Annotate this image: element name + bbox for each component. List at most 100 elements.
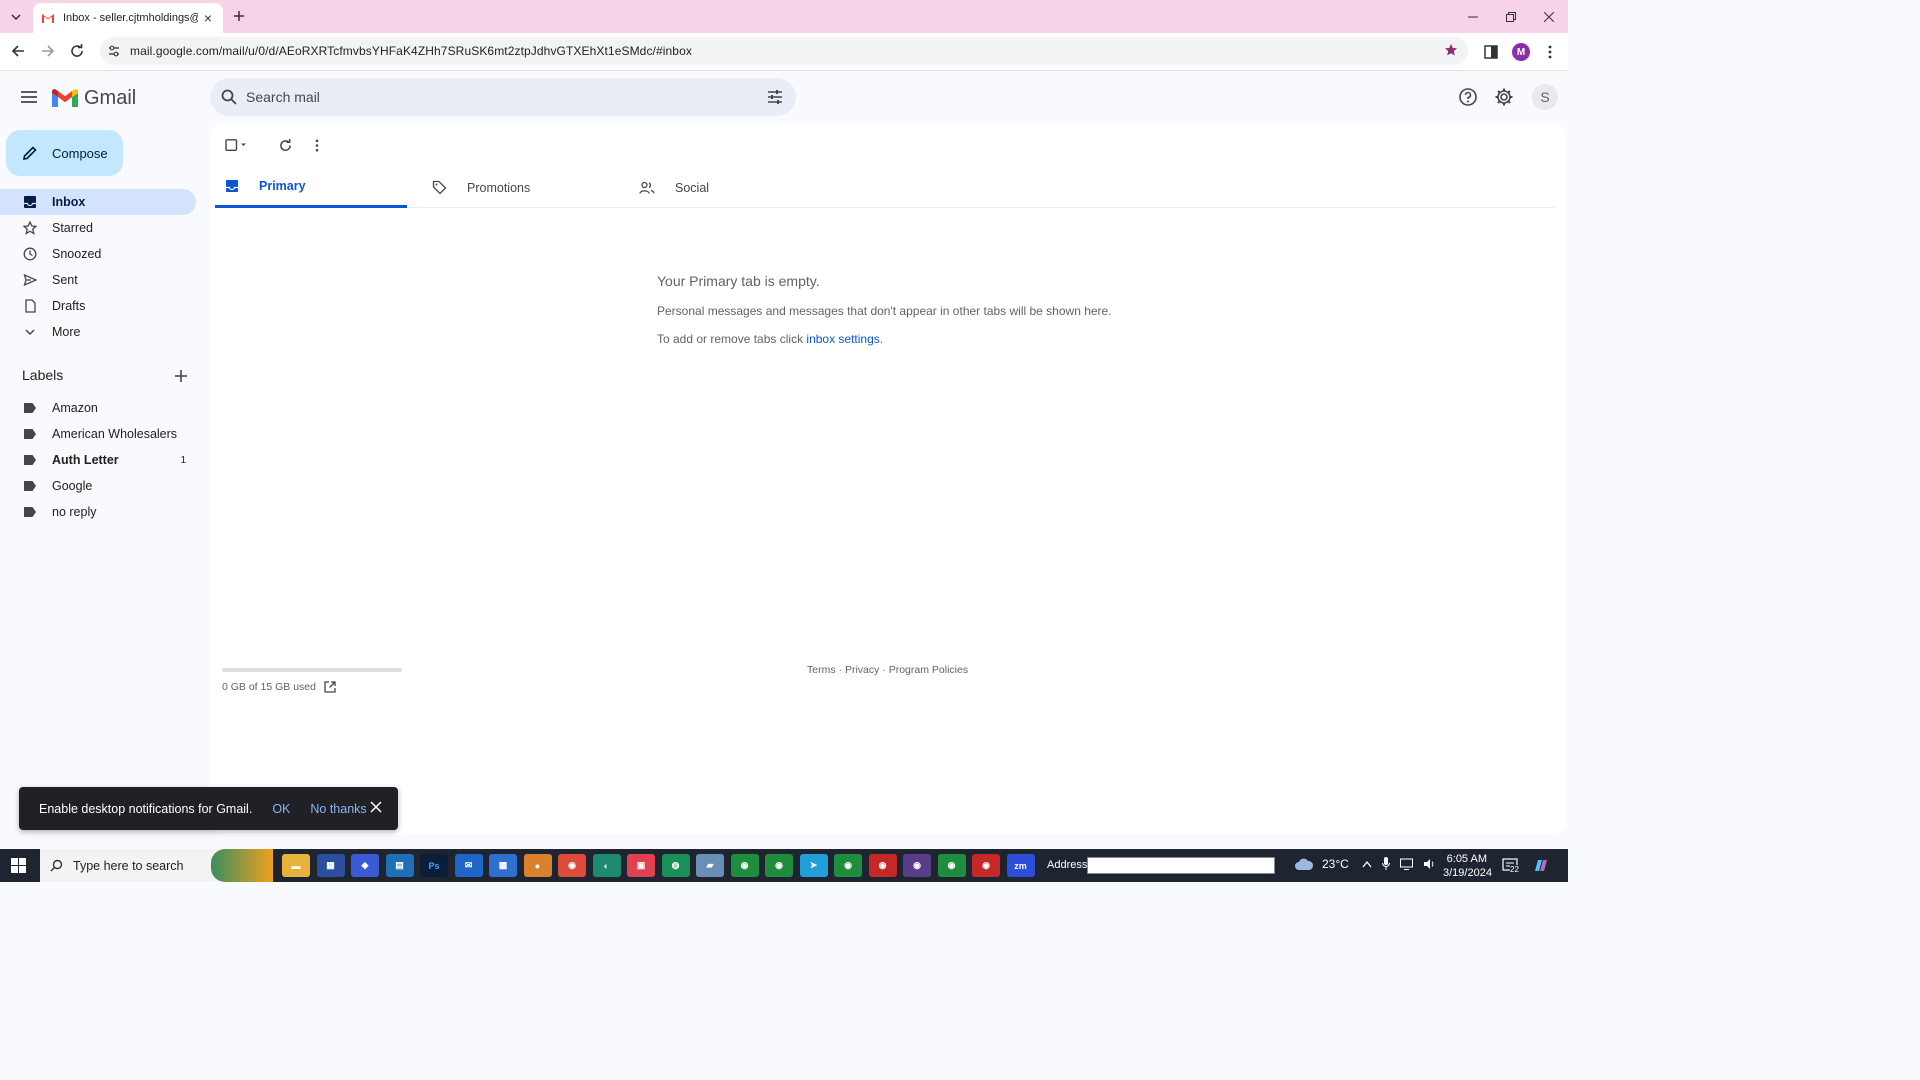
chrome-profile-icon[interactable]: ◉: [868, 854, 897, 877]
label-item-amazon[interactable]: Amazon: [0, 395, 196, 421]
edge-icon[interactable]: ◐: [592, 854, 621, 877]
close-icon[interactable]: [370, 801, 382, 813]
settings-button[interactable]: [1493, 86, 1515, 108]
forward-button[interactable]: [38, 41, 58, 61]
weather-widget[interactable]: 23°C: [1294, 857, 1349, 871]
copilot-icon[interactable]: [1532, 857, 1550, 875]
select-checkbox[interactable]: [222, 135, 250, 155]
sidebar-item-label: Inbox: [52, 195, 86, 209]
browser-toolbar: mail.google.com/mail/u/0/d/AEoRXRTcfmvbs…: [0, 33, 1568, 71]
temperature: 23°C: [1322, 857, 1349, 871]
tab-title: Inbox - seller.cjtmholdings@gm: [63, 12, 198, 24]
chrome-profile-icon[interactable]: ◉: [972, 854, 1000, 877]
chrome-profile-icon[interactable]: ◉: [937, 854, 966, 877]
calculator-icon[interactable]: ▦: [489, 854, 517, 877]
main-menu-button[interactable]: [19, 87, 39, 107]
notification-center[interactable]: 22: [1502, 857, 1519, 878]
app-icon[interactable]: ▣: [627, 854, 655, 877]
back-button[interactable]: [8, 41, 28, 61]
search-bar[interactable]: [210, 78, 796, 116]
reload-button[interactable]: [67, 41, 87, 61]
network-icon[interactable]: [1400, 858, 1413, 870]
terms-link[interactable]: Terms: [807, 664, 836, 676]
search-input[interactable]: [246, 89, 726, 105]
restore-button[interactable]: [1492, 0, 1530, 33]
chrome-profile-icon[interactable]: ◉: [903, 854, 931, 877]
app-icon[interactable]: ◆: [351, 854, 379, 877]
open-in-new-icon[interactable]: [324, 681, 336, 693]
chrome-icon[interactable]: ◉: [558, 854, 586, 877]
side-panel-button[interactable]: [1480, 41, 1502, 63]
browser-tab-gmail[interactable]: Inbox - seller.cjtmholdings@gm ×: [33, 3, 223, 33]
create-label-button[interactable]: [173, 368, 189, 384]
tab-primary[interactable]: Primary: [215, 167, 407, 208]
search-highlight-icon: [211, 849, 273, 882]
label-item-american-wholesalers[interactable]: American Wholesalers: [0, 421, 196, 447]
label-name: Auth Letter: [52, 453, 119, 467]
snackbar-no-thanks-button[interactable]: No thanks: [310, 802, 366, 816]
app-icon[interactable]: ◍: [661, 854, 690, 877]
arrow-right-icon: [42, 45, 55, 57]
address-bar[interactable]: mail.google.com/mail/u/0/d/AEoRXRTcfmvbs…: [100, 37, 1468, 65]
label-item-google[interactable]: Google: [0, 473, 196, 499]
reload-icon: [71, 44, 83, 57]
sidebar-item-snoozed[interactable]: Snoozed: [0, 241, 196, 267]
file-explorer-icon[interactable]: ▬: [282, 854, 310, 877]
sidebar-item-sent[interactable]: Sent: [0, 267, 196, 293]
close-window-button[interactable]: [1530, 0, 1568, 33]
minimize-button[interactable]: [1454, 0, 1492, 33]
sidebar-item-more[interactable]: More: [0, 319, 196, 345]
tab-social[interactable]: Social: [629, 167, 821, 208]
sidebar-item-drafts[interactable]: Drafts: [0, 293, 196, 319]
app-icon[interactable]: ▰: [696, 854, 724, 877]
windows-start-icon[interactable]: [11, 858, 26, 873]
account-avatar[interactable]: S: [1532, 84, 1558, 110]
chevron-up-icon[interactable]: [1362, 860, 1372, 868]
compose-button[interactable]: Compose: [6, 130, 123, 176]
gear-icon: [1495, 88, 1513, 106]
address-toolbar-label: Address: [1047, 859, 1088, 871]
bookmark-star-icon[interactable]: [1444, 43, 1458, 57]
telegram-icon[interactable]: ➤: [799, 854, 828, 877]
zoom-icon[interactable]: zm: [1006, 854, 1035, 877]
store-icon[interactable]: ▦: [316, 854, 345, 877]
help-icon: [1459, 88, 1477, 106]
chrome-profile-icon[interactable]: ◉: [834, 854, 862, 877]
photoshop-icon[interactable]: Ps: [420, 854, 448, 877]
app-icon[interactable]: ●: [523, 854, 552, 877]
refresh-button[interactable]: [275, 135, 295, 155]
volume-icon[interactable]: [1423, 858, 1436, 870]
tab-search-button[interactable]: [6, 7, 26, 27]
gmail-logo[interactable]: Gmail: [52, 87, 136, 110]
browser-profile-button[interactable]: M: [1510, 41, 1532, 63]
browser-menu-button[interactable]: [1539, 41, 1561, 63]
inbox-settings-link[interactable]: inbox settings: [806, 332, 879, 346]
tab-label: Social: [675, 180, 710, 195]
search-icon[interactable]: [220, 88, 238, 106]
system-clock[interactable]: 6:05 AM 3/19/2024: [1443, 852, 1492, 880]
more-options-button[interactable]: [307, 135, 327, 155]
close-tab-icon[interactable]: ×: [201, 10, 215, 26]
program-policies-link[interactable]: Program Policies: [889, 664, 968, 676]
gmail-wordmark: Gmail: [84, 87, 137, 109]
label-item-no-reply[interactable]: no reply: [0, 499, 196, 525]
snackbar-message: Enable desktop notifications for Gmail.: [39, 801, 253, 816]
app-icon[interactable]: ▤: [385, 854, 414, 877]
microphone-icon[interactable]: [1382, 857, 1390, 870]
support-button[interactable]: [1457, 86, 1479, 108]
label-item-auth-letter[interactable]: Auth Letter 1: [0, 447, 196, 473]
search-options-icon[interactable]: [766, 88, 784, 106]
sidebar-item-starred[interactable]: Starred: [0, 215, 196, 241]
sidebar-item-inbox[interactable]: Inbox: [0, 189, 196, 215]
new-tab-button[interactable]: [230, 7, 248, 25]
site-settings-icon[interactable]: [108, 45, 120, 57]
chrome-profile-icon[interactable]: ◉: [765, 854, 793, 877]
taskbar-search[interactable]: Type here to search: [40, 849, 273, 882]
sidebar-item-label: More: [52, 325, 81, 339]
snackbar-ok-button[interactable]: OK: [272, 802, 290, 816]
address-toolbar-input[interactable]: [1087, 857, 1275, 874]
tab-promotions[interactable]: Promotions: [422, 167, 614, 208]
privacy-link[interactable]: Privacy: [845, 664, 879, 676]
chrome-profile-icon[interactable]: ◉: [730, 854, 759, 877]
mail-icon[interactable]: ✉: [454, 854, 483, 877]
